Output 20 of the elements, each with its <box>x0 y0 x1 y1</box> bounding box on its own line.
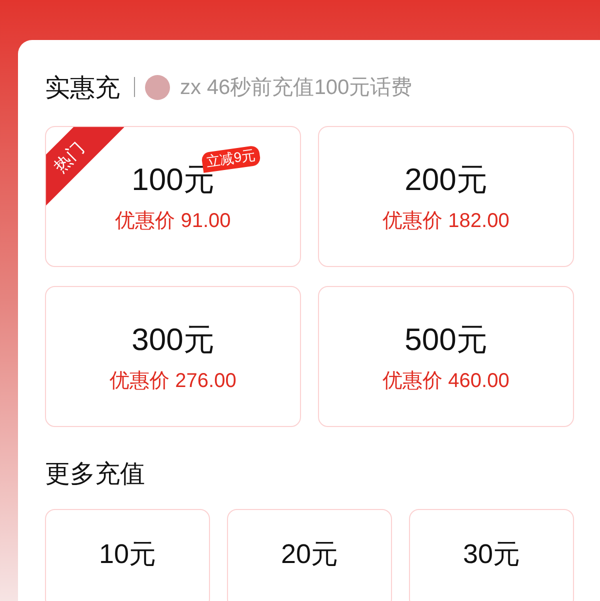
amount-text: 300元 <box>132 322 214 357</box>
offer-card[interactable]: 300元 优惠价 276.00 <box>45 286 301 427</box>
price-text: 优惠价 182.00 <box>382 209 510 234</box>
amount-text: 20元 <box>280 538 338 571</box>
amount-text: 500元 <box>404 322 488 357</box>
avatar-photo-placeholder <box>145 74 170 100</box>
section-title: 更多充值 <box>45 459 146 490</box>
amount-option[interactable]: 20元 <box>227 509 392 601</box>
amount-option[interactable]: 10元 <box>45 509 210 601</box>
amount-option[interactable]: 30元 <box>409 509 574 601</box>
offer-card[interactable]: 200元 优惠价 182.00 <box>318 126 574 267</box>
recharge-ticker: zx 46秒前充值100元话费 <box>180 75 412 101</box>
price-text: 优惠价 460.00 <box>382 369 510 394</box>
offer-card[interactable]: 500元 优惠价 460.00 <box>318 286 574 427</box>
price-text: 优惠价 91.00 <box>115 209 231 234</box>
section-title: 实惠充 <box>45 72 120 104</box>
price-text: 优惠价 276.00 <box>110 369 236 394</box>
amount-text: 30元 <box>462 538 520 571</box>
amount-text: 200元 <box>404 162 488 197</box>
amount-text: 10元 <box>98 538 156 571</box>
